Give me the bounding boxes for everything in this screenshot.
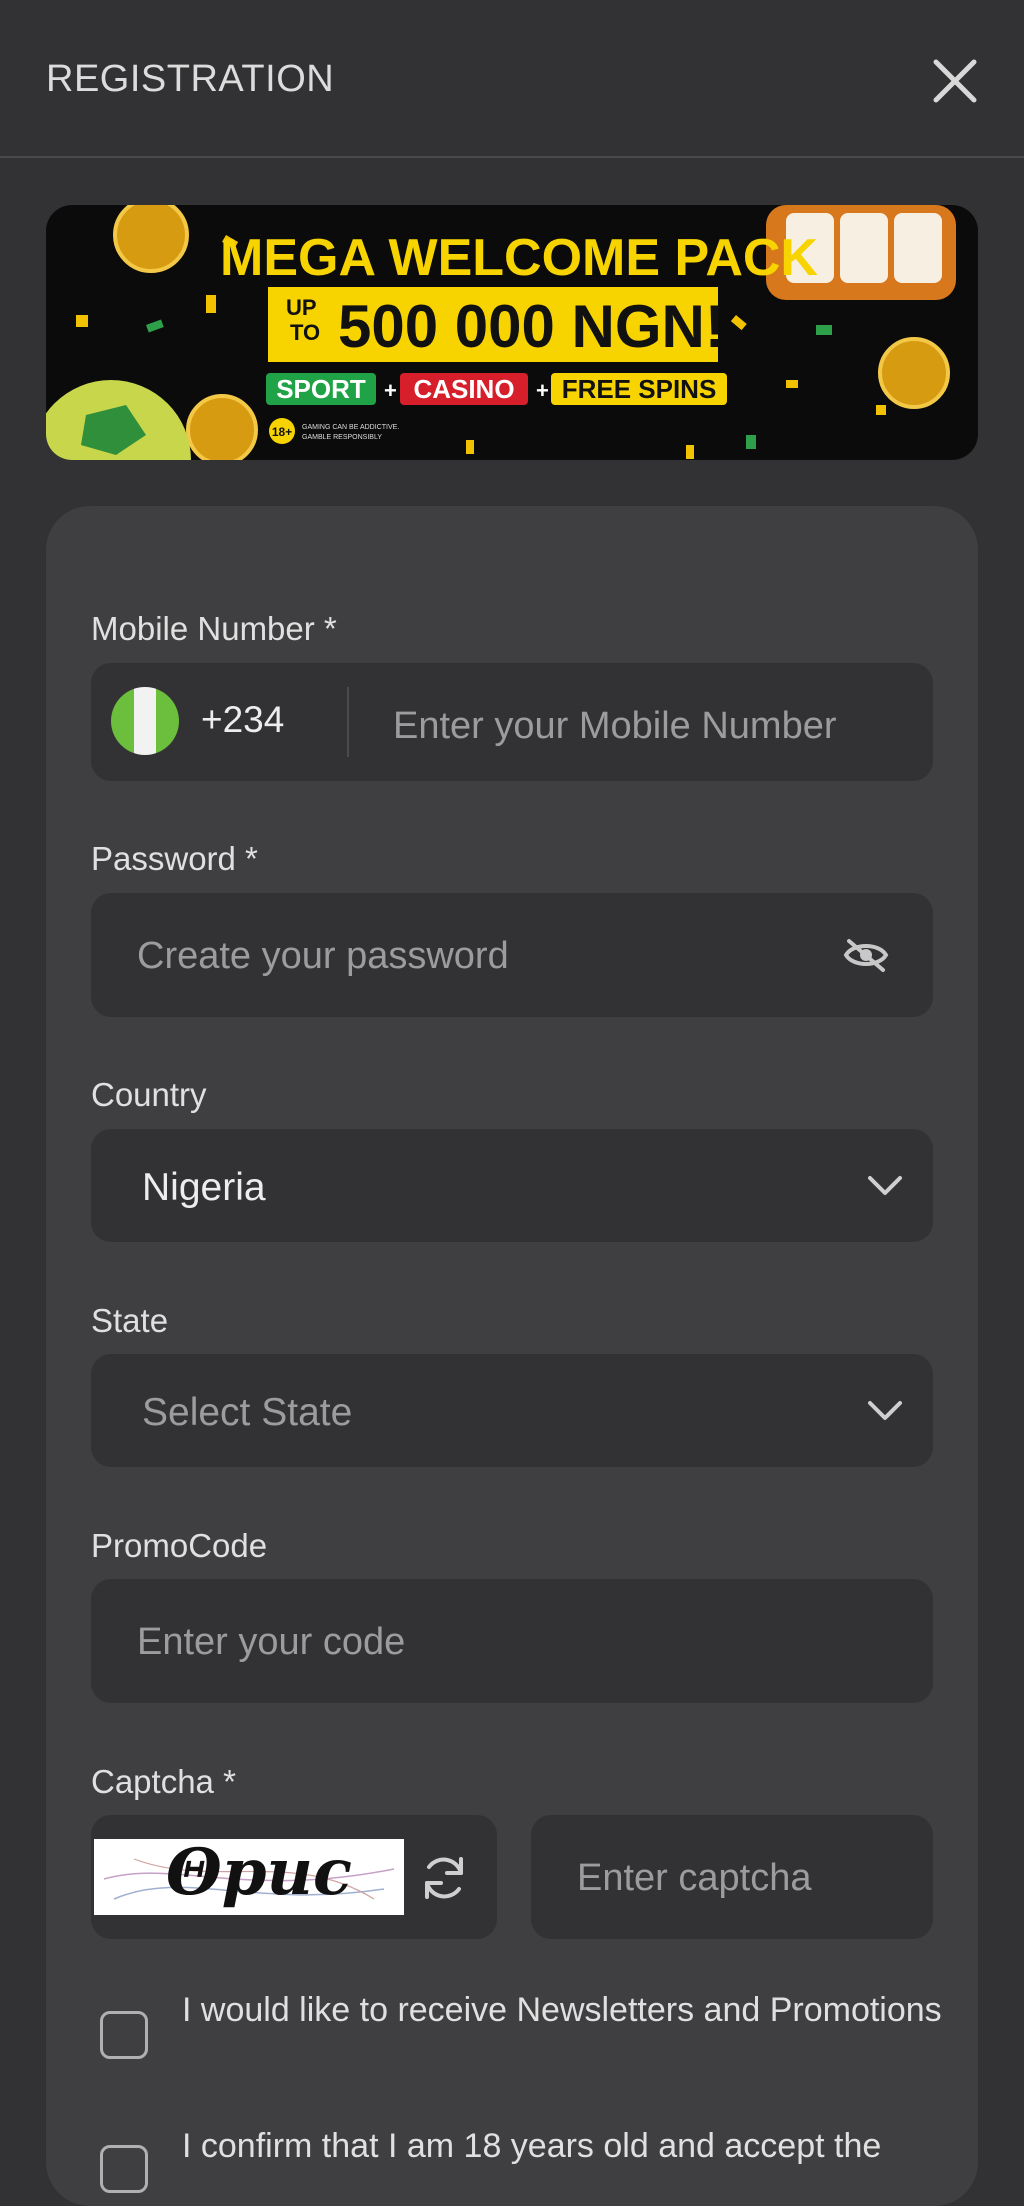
captcha-input[interactable]: Enter captcha: [577, 1857, 811, 1900]
promocode-label: PromoCode: [91, 1527, 268, 1564]
age-confirm-checkbox-label[interactable]: I confirm that I am 18 years old and acc…: [182, 2120, 942, 2172]
password-input[interactable]: Create your password: [137, 935, 509, 978]
refresh-icon[interactable]: [417, 1851, 471, 1905]
banner-tag-casino: CASINO: [413, 374, 514, 404]
promo-banner[interactable]: MEGA WELCOME PACK UP TO 500 000 NGN! SPO…: [46, 205, 978, 460]
country-code[interactable]: +234: [201, 699, 284, 741]
mobile-number-field: +234 Enter your Mobile Number: [91, 663, 933, 781]
banner-up-to: UP: [286, 295, 317, 320]
password-label: Password *: [91, 840, 258, 877]
captcha-box: Θpuc: [91, 1815, 497, 1939]
nigeria-flag-icon[interactable]: [111, 687, 179, 755]
country-select[interactable]: Nigeria: [91, 1129, 933, 1242]
newsletter-checkbox-label[interactable]: I would like to receive Newsletters and …: [182, 1984, 942, 2036]
newsletter-checkbox[interactable]: [100, 2011, 148, 2059]
svg-text:GAMBLE RESPONSIBLY: GAMBLE RESPONSIBLY: [302, 434, 382, 441]
banner-amount: 500 000 NGN!: [338, 293, 725, 360]
password-field: Create your password: [91, 893, 933, 1017]
age-badge: 18+: [272, 425, 292, 439]
country-value: Nigeria: [142, 1166, 266, 1209]
mobile-number-label: Mobile Number *: [91, 610, 337, 647]
banner-headline: MEGA WELCOME PACK: [220, 229, 818, 287]
promocode-input[interactable]: Enter your code: [137, 1621, 405, 1664]
promocode-field: Enter your code: [91, 1579, 933, 1703]
field-divider: [347, 687, 349, 757]
banner-tag-sport: SPORT: [276, 374, 366, 404]
state-label: State: [91, 1302, 169, 1339]
close-icon: [933, 59, 977, 103]
banner-disclaimer: GAMING CAN BE ADDICTIVE.: [302, 424, 399, 431]
age-confirm-checkbox[interactable]: [100, 2145, 148, 2193]
svg-text:+: +: [536, 378, 549, 403]
state-select[interactable]: Select State: [91, 1354, 933, 1467]
captcha-field: Enter captcha: [531, 1815, 933, 1939]
chevron-down-icon: [868, 1400, 902, 1420]
eye-off-icon[interactable]: [843, 937, 889, 973]
captcha-label: Captcha *: [91, 1763, 236, 1800]
state-placeholder: Select State: [142, 1391, 353, 1434]
page-title: REGISTRATION: [46, 58, 335, 100]
banner-tag-spins: FREE SPINS: [562, 374, 717, 404]
mobile-number-input[interactable]: Enter your Mobile Number: [393, 705, 837, 748]
country-label: Country: [91, 1076, 207, 1113]
svg-text:TO: TO: [290, 320, 320, 345]
chevron-down-icon: [868, 1175, 902, 1195]
header: REGISTRATION: [0, 0, 1024, 158]
svg-text:+: +: [384, 378, 397, 403]
captcha-text: Θpuc: [166, 1835, 352, 1910]
close-button[interactable]: [930, 56, 980, 106]
banner-art: MEGA WELCOME PACK UP TO 500 000 NGN! SPO…: [46, 205, 956, 460]
captcha-image: Θpuc: [94, 1835, 404, 1915]
